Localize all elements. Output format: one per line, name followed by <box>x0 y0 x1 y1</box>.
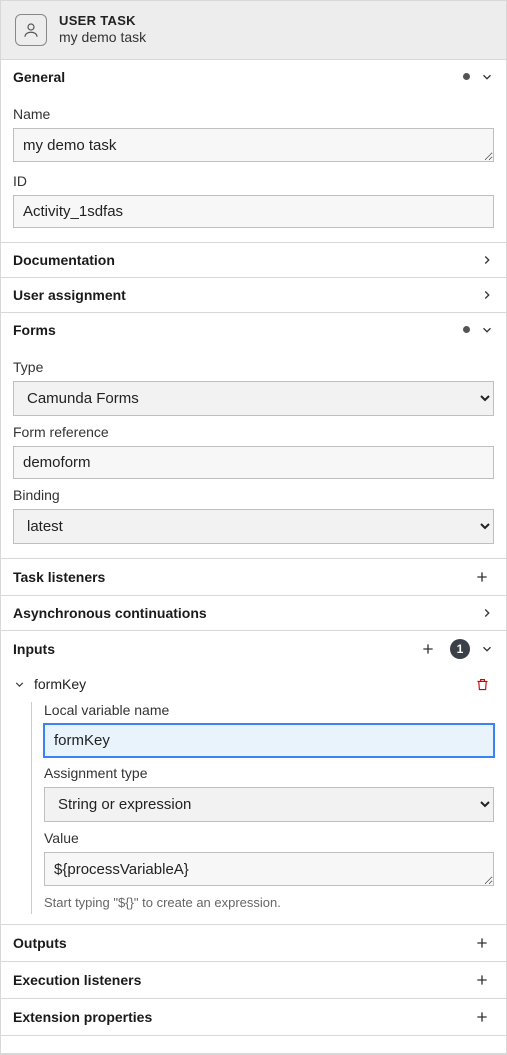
section-inputs-header[interactable]: Inputs 1 <box>1 631 506 667</box>
chevron-down-icon <box>480 642 494 656</box>
plus-icon <box>420 641 436 657</box>
plus-icon <box>474 1009 490 1025</box>
section-general: General Name my demo task ID <box>1 60 506 243</box>
input-item-header[interactable]: formKey <box>13 671 494 700</box>
section-documentation: Documentation <box>1 243 506 278</box>
element-type-label: USER TASK <box>59 13 146 29</box>
plus-icon <box>474 972 490 988</box>
user-task-icon <box>15 14 47 46</box>
section-task-listeners-header[interactable]: Task listeners <box>1 559 506 595</box>
section-execution-listeners-header[interactable]: Execution listeners <box>1 962 506 998</box>
name-label: Name <box>13 106 494 122</box>
section-user-assignment: User assignment <box>1 278 506 313</box>
form-reference-input[interactable] <box>13 446 494 479</box>
section-async-continuations-header[interactable]: Asynchronous continuations <box>1 596 506 630</box>
chevron-right-icon <box>480 288 494 302</box>
section-outputs: Outputs <box>1 925 506 962</box>
section-extension-properties-title: Extension properties <box>13 1009 470 1025</box>
assignment-type-label: Assignment type <box>44 765 494 781</box>
add-execution-listener-button[interactable] <box>470 970 494 990</box>
modified-dot-icon <box>463 73 470 80</box>
section-inputs-title: Inputs <box>13 641 416 657</box>
section-async-continuations-title: Asynchronous continuations <box>13 605 480 621</box>
section-documentation-header[interactable]: Documentation <box>1 243 506 277</box>
chevron-down-icon <box>480 70 494 84</box>
section-inputs: Inputs 1 formKey <box>1 631 506 925</box>
inputs-count-badge: 1 <box>450 639 470 659</box>
section-general-header[interactable]: General <box>1 60 506 94</box>
section-user-assignment-title: User assignment <box>13 287 480 303</box>
section-task-listeners-title: Task listeners <box>13 569 470 585</box>
add-task-listener-button[interactable] <box>470 567 494 587</box>
add-extension-property-button[interactable] <box>470 1007 494 1027</box>
chevron-right-icon <box>480 606 494 620</box>
chevron-down-icon <box>13 678 26 691</box>
input-item-name: formKey <box>34 676 463 692</box>
section-task-listeners: Task listeners <box>1 559 506 596</box>
binding-select[interactable]: latest <box>13 509 494 544</box>
chevron-right-icon <box>480 253 494 267</box>
section-execution-listeners: Execution listeners <box>1 962 506 999</box>
section-general-title: General <box>13 69 463 85</box>
section-user-assignment-header[interactable]: User assignment <box>1 278 506 312</box>
element-name-label: my demo task <box>59 29 146 47</box>
name-input[interactable]: my demo task <box>13 128 494 162</box>
chevron-down-icon <box>480 323 494 337</box>
form-type-select[interactable]: Camunda Forms <box>13 381 494 416</box>
modified-dot-icon <box>463 326 470 333</box>
id-input[interactable] <box>13 195 494 228</box>
section-execution-listeners-title: Execution listeners <box>13 972 470 988</box>
binding-label: Binding <box>13 487 494 503</box>
assignment-type-select[interactable]: String or expression <box>44 787 494 822</box>
section-documentation-title: Documentation <box>13 252 480 268</box>
panel-header: USER TASK my demo task <box>1 0 506 60</box>
input-item: formKey Local variable name Assignment t… <box>1 667 506 924</box>
form-reference-label: Form reference <box>13 424 494 440</box>
value-input[interactable]: ${processVariableA} <box>44 852 494 886</box>
section-forms-title: Forms <box>13 322 463 338</box>
expression-hint: Start typing "${}" to create an expressi… <box>44 895 494 910</box>
value-label: Value <box>44 830 494 846</box>
form-type-label: Type <box>13 359 494 375</box>
add-input-button[interactable] <box>416 639 440 659</box>
trash-icon <box>475 677 490 692</box>
section-forms: Forms Type Camunda Forms Form reference … <box>1 313 506 559</box>
section-forms-header[interactable]: Forms <box>1 313 506 347</box>
local-variable-name-input[interactable] <box>44 724 494 757</box>
delete-input-button[interactable] <box>471 675 494 694</box>
id-label: ID <box>13 173 494 189</box>
local-variable-name-label: Local variable name <box>44 702 494 718</box>
section-extension-properties-header[interactable]: Extension properties <box>1 999 506 1035</box>
section-extension-properties: Extension properties <box>1 999 506 1036</box>
section-async-continuations: Asynchronous continuations <box>1 596 506 631</box>
plus-icon <box>474 569 490 585</box>
